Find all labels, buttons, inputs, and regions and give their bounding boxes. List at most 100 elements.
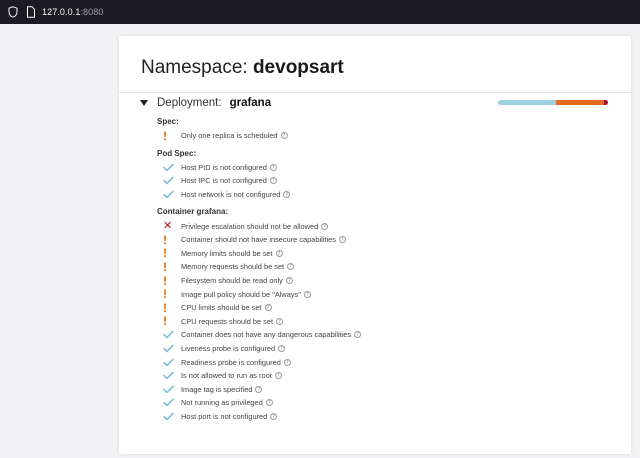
exclamation-icon: ! [163,128,167,143]
address-bar[interactable]: 127.0.0.1:8080 [0,0,640,24]
url-port: :8080 [80,7,104,17]
question-circle-icon[interactable]: ? [275,249,283,257]
check-message: Host PID is not configured [181,162,267,172]
exclamation-icon: ! [163,232,167,247]
question-circle-icon[interactable]: ? [269,163,277,171]
deployment-toggle[interactable]: Deployment: grafana [140,96,271,110]
check-message: Memory requests should be set [181,262,285,272]
namespace-name: devopsart [252,57,344,78]
check-message: Host port is not configured [181,411,268,421]
question-circle-icon[interactable]: ? [321,222,329,230]
score-bar [498,100,608,105]
question-circle-icon[interactable]: ? [265,399,273,407]
url-text[interactable]: 127.0.0.1:8080 [42,7,103,17]
exclamation-icon: ! [163,246,167,261]
check-item: Readiness probe is configured? [157,355,617,369]
question-circle-icon[interactable]: ? [270,412,278,420]
question-circle-icon[interactable]: ? [303,290,311,298]
check-message: CPU requests should be set [181,316,274,326]
question-circle-icon[interactable]: ? [274,372,282,380]
check-message: Host network is not configured [181,190,281,200]
namespace-title: Namespace: devopsart [141,57,344,79]
checks-list: Spec:! Only one replica is scheduled? Pod … [157,115,617,423]
deployment-name: grafana [229,97,272,109]
score-bar-segment [603,100,608,105]
checkmark-icon [163,384,177,395]
check-message: Memory limits should be set [181,248,273,258]
section-title: Spec: [157,117,179,126]
check-item: Container does not have any dangerous ca… [157,328,617,342]
check-item: Host PID is not configured? [157,161,617,175]
checkmark-icon [163,370,177,381]
question-circle-icon[interactable]: ? [283,191,291,199]
check-item: ! Container should not have insecure capa… [157,233,617,247]
check-message: Only one replica is scheduled [181,131,278,141]
checkmark-icon [163,343,177,354]
check-item: Liveness probe is configured? [157,342,617,356]
cross-icon: ✕ [163,219,173,232]
check-message: Image tag is specified [181,384,253,394]
check-item: Host IPC is not configured? [157,174,617,188]
check-message: Container does not have any dangerous ca… [181,330,352,340]
checkmark-icon [163,397,177,408]
check-item: ! Memory requests should be set? [157,260,617,274]
checkmark-icon [163,162,177,173]
checkmark-icon [163,189,177,200]
check-item: ! Memory limits should be set? [157,247,617,261]
check-item: ! Only one replica is scheduled? [157,129,617,143]
url-host: 127.0.0.1 [42,7,81,17]
page-icon[interactable] [26,6,36,18]
namespace-label: Namespace: [141,57,248,78]
question-circle-icon[interactable]: ? [338,236,346,244]
title-divider [119,92,631,93]
shield-icon[interactable] [8,6,18,18]
score-bar-segment [498,100,557,105]
exclamation-icon: ! [163,273,167,288]
check-message: Container should not have insecure capab… [181,235,336,245]
check-item: ! Filesystem should be read only? [157,274,617,288]
check-item: ! Image pull policy should be "Always"? [157,287,617,301]
deployment-label: Deployment: [157,97,222,109]
browser-toolbar: 127.0.0.1:8080 [0,0,640,24]
check-item: ! CPU requests should be set? [157,315,617,329]
section-title: Pod Spec: [157,148,197,158]
check-item: Host port is not configured? [157,410,617,424]
check-item: Is not allowed to run as root? [157,369,617,383]
check-message: Is not allowed to run as root [181,371,272,381]
question-circle-icon[interactable]: ? [283,358,291,366]
check-message: Privilege escalation should not be allow… [181,221,319,231]
question-circle-icon[interactable]: ? [278,345,286,353]
check-item: ! CPU limits should be set? [157,301,617,315]
check-message: Readiness probe is configured [181,357,281,367]
section-title: Container grafana: [157,207,229,217]
question-circle-icon[interactable]: ? [276,317,284,325]
exclamation-icon: ! [163,259,167,274]
question-circle-icon[interactable]: ? [264,304,272,312]
checkmark-icon [163,357,177,368]
question-circle-icon[interactable]: ? [354,331,362,339]
question-circle-icon[interactable]: ? [285,277,293,285]
score-bar-segment [556,100,604,105]
question-circle-icon[interactable]: ? [269,177,277,185]
exclamation-icon: ! [163,287,167,302]
check-message: Host IPC is not configured [181,176,267,186]
question-circle-icon[interactable]: ? [287,263,295,271]
check-item: Not running as privileged? [157,396,617,410]
check-item: Host network is not configured? [157,188,617,202]
exclamation-icon: ! [163,314,167,329]
question-circle-icon[interactable]: ? [280,132,288,140]
checkmark-icon [163,175,177,186]
namespace-card: Namespace: devopsart Deployment: grafana… [119,36,631,454]
checkmark-icon [163,329,177,340]
caret-down-icon[interactable] [140,100,148,106]
check-message: CPU limits should be set [181,303,262,313]
check-item: ✕ Privilege escalation should not be allo… [157,219,617,233]
check-message: Not running as privileged [181,398,263,408]
check-message: Filesystem should be read only [181,276,283,286]
exclamation-icon: ! [163,300,167,315]
question-circle-icon[interactable]: ? [255,385,263,393]
check-message: Image pull policy should be "Always" [181,289,301,299]
checkmark-icon [163,411,177,422]
check-message: Liveness probe is configured [181,344,276,354]
check-item: Image tag is specified? [157,383,617,397]
